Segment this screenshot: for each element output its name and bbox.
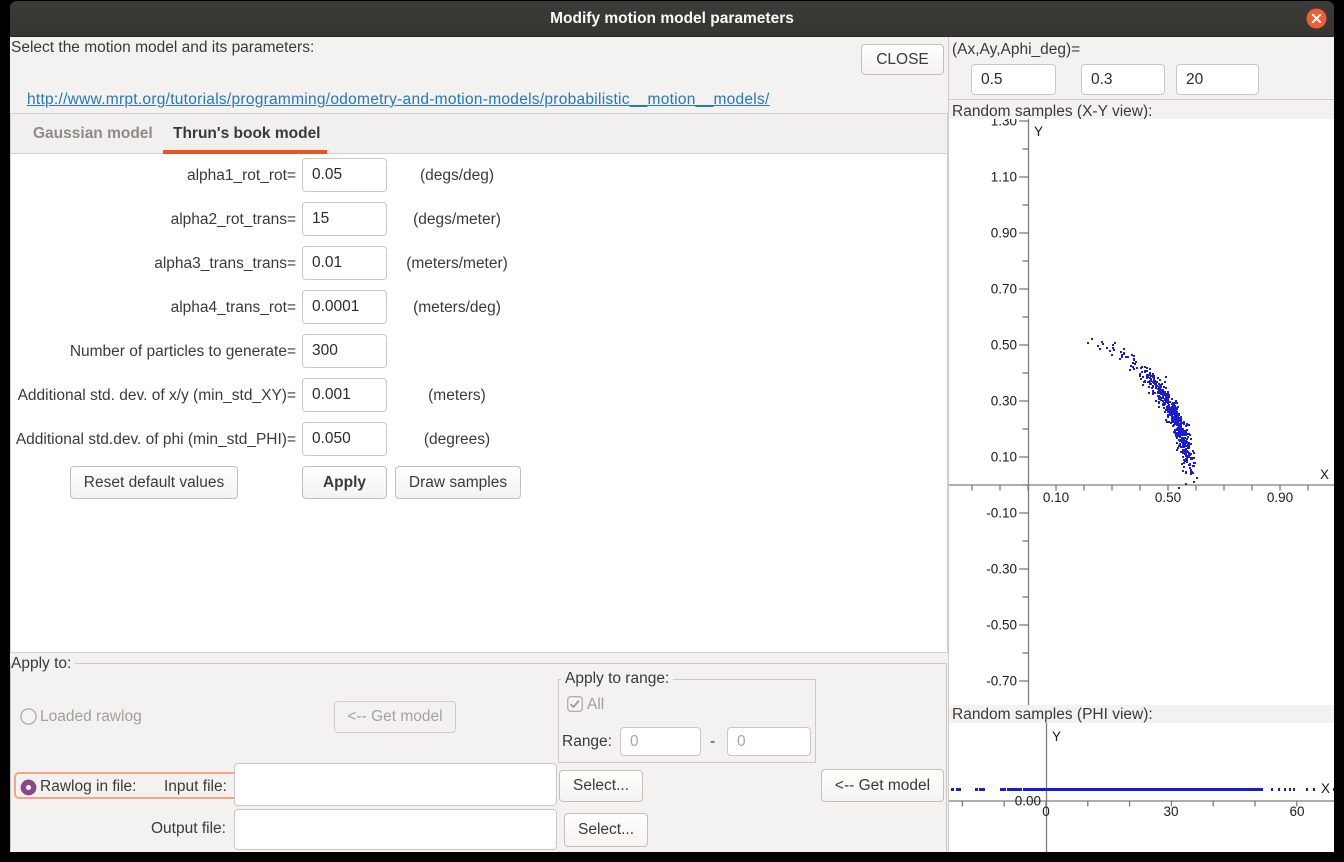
svg-text:X: X [1320, 467, 1329, 482]
svg-text:-0.50: -0.50 [986, 618, 1017, 633]
svg-text:0.30: 0.30 [991, 394, 1017, 409]
svg-text:1.30: 1.30 [991, 119, 1017, 129]
svg-text:0.00: 0.00 [1015, 794, 1041, 809]
svg-text:0.50: 0.50 [991, 338, 1017, 353]
svg-text:0.90: 0.90 [991, 226, 1017, 241]
svg-text:Y: Y [1034, 124, 1043, 139]
svg-text:60: 60 [1289, 804, 1304, 819]
svg-text:1.10: 1.10 [991, 170, 1017, 185]
svg-text:30: 30 [1163, 804, 1178, 819]
svg-text:0.10: 0.10 [1043, 490, 1069, 505]
svg-text:0.70: 0.70 [991, 282, 1017, 297]
svg-text:-0.70: -0.70 [986, 674, 1017, 689]
svg-text:-0.10: -0.10 [986, 506, 1017, 521]
svg-text:0.50: 0.50 [1155, 490, 1181, 505]
svg-text:0: 0 [1042, 804, 1050, 819]
svg-text:-0.30: -0.30 [986, 562, 1017, 577]
svg-text:Y: Y [1052, 729, 1061, 744]
svg-text:0.10: 0.10 [991, 450, 1017, 465]
svg-text:0.90: 0.90 [1267, 490, 1293, 505]
svg-text:X: X [1321, 781, 1330, 796]
